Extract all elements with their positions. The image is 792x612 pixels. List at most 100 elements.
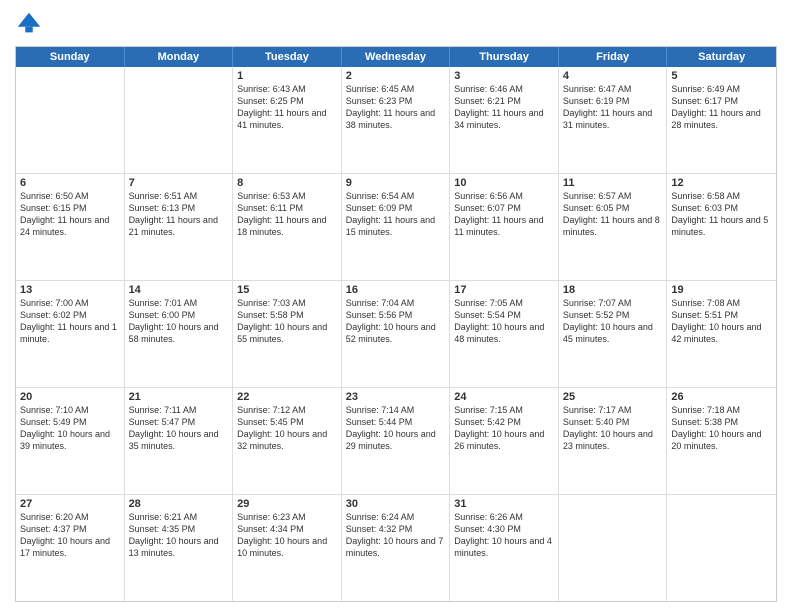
day-info: Sunrise: 7:14 AM Sunset: 5:44 PM Dayligh… [346, 404, 446, 453]
day-number: 29 [237, 498, 337, 510]
day-number: 11 [563, 177, 663, 189]
day-number: 17 [454, 284, 554, 296]
day-info: Sunrise: 7:03 AM Sunset: 5:58 PM Dayligh… [237, 297, 337, 346]
day-number: 12 [671, 177, 772, 189]
day-cell: 12Sunrise: 6:58 AM Sunset: 6:03 PM Dayli… [667, 174, 776, 280]
week-row-3: 13Sunrise: 7:00 AM Sunset: 6:02 PM Dayli… [16, 281, 776, 388]
day-number: 19 [671, 284, 772, 296]
day-info: Sunrise: 6:23 AM Sunset: 4:34 PM Dayligh… [237, 511, 337, 560]
day-number: 27 [20, 498, 120, 510]
day-info: Sunrise: 6:20 AM Sunset: 4:37 PM Dayligh… [20, 511, 120, 560]
week-row-2: 6Sunrise: 6:50 AM Sunset: 6:15 PM Daylig… [16, 174, 776, 281]
week-row-5: 27Sunrise: 6:20 AM Sunset: 4:37 PM Dayli… [16, 495, 776, 601]
day-number: 30 [346, 498, 446, 510]
day-cell: 3Sunrise: 6:46 AM Sunset: 6:21 PM Daylig… [450, 67, 559, 173]
day-number: 1 [237, 70, 337, 82]
day-number: 9 [346, 177, 446, 189]
day-cell: 27Sunrise: 6:20 AM Sunset: 4:37 PM Dayli… [16, 495, 125, 601]
week-row-4: 20Sunrise: 7:10 AM Sunset: 5:49 PM Dayli… [16, 388, 776, 495]
day-info: Sunrise: 7:11 AM Sunset: 5:47 PM Dayligh… [129, 404, 229, 453]
day-number: 18 [563, 284, 663, 296]
day-number: 13 [20, 284, 120, 296]
day-number: 26 [671, 391, 772, 403]
day-number: 24 [454, 391, 554, 403]
day-cell: 18Sunrise: 7:07 AM Sunset: 5:52 PM Dayli… [559, 281, 668, 387]
logo [15, 10, 47, 38]
day-info: Sunrise: 7:18 AM Sunset: 5:38 PM Dayligh… [671, 404, 772, 453]
day-number: 22 [237, 391, 337, 403]
day-cell: 29Sunrise: 6:23 AM Sunset: 4:34 PM Dayli… [233, 495, 342, 601]
day-cell: 4Sunrise: 6:47 AM Sunset: 6:19 PM Daylig… [559, 67, 668, 173]
day-number: 25 [563, 391, 663, 403]
day-cell: 24Sunrise: 7:15 AM Sunset: 5:42 PM Dayli… [450, 388, 559, 494]
day-number: 28 [129, 498, 229, 510]
day-cell: 5Sunrise: 6:49 AM Sunset: 6:17 PM Daylig… [667, 67, 776, 173]
day-cell: 21Sunrise: 7:11 AM Sunset: 5:47 PM Dayli… [125, 388, 234, 494]
day-header-sunday: Sunday [16, 47, 125, 67]
day-cell: 31Sunrise: 6:26 AM Sunset: 4:30 PM Dayli… [450, 495, 559, 601]
day-info: Sunrise: 6:58 AM Sunset: 6:03 PM Dayligh… [671, 190, 772, 239]
day-info: Sunrise: 7:08 AM Sunset: 5:51 PM Dayligh… [671, 297, 772, 346]
day-cell [16, 67, 125, 173]
day-info: Sunrise: 6:21 AM Sunset: 4:35 PM Dayligh… [129, 511, 229, 560]
day-info: Sunrise: 7:10 AM Sunset: 5:49 PM Dayligh… [20, 404, 120, 453]
day-info: Sunrise: 6:56 AM Sunset: 6:07 PM Dayligh… [454, 190, 554, 239]
day-cell: 1Sunrise: 6:43 AM Sunset: 6:25 PM Daylig… [233, 67, 342, 173]
day-cell: 19Sunrise: 7:08 AM Sunset: 5:51 PM Dayli… [667, 281, 776, 387]
day-number: 5 [671, 70, 772, 82]
day-cell: 30Sunrise: 6:24 AM Sunset: 4:32 PM Dayli… [342, 495, 451, 601]
day-number: 14 [129, 284, 229, 296]
day-info: Sunrise: 6:57 AM Sunset: 6:05 PM Dayligh… [563, 190, 663, 239]
day-number: 31 [454, 498, 554, 510]
day-header-wednesday: Wednesday [342, 47, 451, 67]
day-header-monday: Monday [125, 47, 234, 67]
day-info: Sunrise: 7:17 AM Sunset: 5:40 PM Dayligh… [563, 404, 663, 453]
day-cell [125, 67, 234, 173]
day-cell: 23Sunrise: 7:14 AM Sunset: 5:44 PM Dayli… [342, 388, 451, 494]
day-info: Sunrise: 6:43 AM Sunset: 6:25 PM Dayligh… [237, 83, 337, 132]
day-info: Sunrise: 6:49 AM Sunset: 6:17 PM Dayligh… [671, 83, 772, 132]
day-number: 7 [129, 177, 229, 189]
logo-icon [15, 10, 43, 38]
day-cell: 9Sunrise: 6:54 AM Sunset: 6:09 PM Daylig… [342, 174, 451, 280]
day-headers: SundayMondayTuesdayWednesdayThursdayFrid… [16, 47, 776, 67]
day-info: Sunrise: 6:45 AM Sunset: 6:23 PM Dayligh… [346, 83, 446, 132]
header [15, 10, 777, 38]
day-cell [559, 495, 668, 601]
day-cell: 14Sunrise: 7:01 AM Sunset: 6:00 PM Dayli… [125, 281, 234, 387]
day-number: 3 [454, 70, 554, 82]
day-number: 20 [20, 391, 120, 403]
day-cell: 10Sunrise: 6:56 AM Sunset: 6:07 PM Dayli… [450, 174, 559, 280]
day-number: 15 [237, 284, 337, 296]
day-cell: 16Sunrise: 7:04 AM Sunset: 5:56 PM Dayli… [342, 281, 451, 387]
day-cell: 22Sunrise: 7:12 AM Sunset: 5:45 PM Dayli… [233, 388, 342, 494]
day-info: Sunrise: 6:53 AM Sunset: 6:11 PM Dayligh… [237, 190, 337, 239]
day-number: 8 [237, 177, 337, 189]
calendar: SundayMondayTuesdayWednesdayThursdayFrid… [15, 46, 777, 602]
week-row-1: 1Sunrise: 6:43 AM Sunset: 6:25 PM Daylig… [16, 67, 776, 174]
day-info: Sunrise: 6:47 AM Sunset: 6:19 PM Dayligh… [563, 83, 663, 132]
day-info: Sunrise: 6:51 AM Sunset: 6:13 PM Dayligh… [129, 190, 229, 239]
day-cell [667, 495, 776, 601]
day-header-thursday: Thursday [450, 47, 559, 67]
day-info: Sunrise: 6:54 AM Sunset: 6:09 PM Dayligh… [346, 190, 446, 239]
day-cell: 15Sunrise: 7:03 AM Sunset: 5:58 PM Dayli… [233, 281, 342, 387]
day-info: Sunrise: 7:07 AM Sunset: 5:52 PM Dayligh… [563, 297, 663, 346]
page: SundayMondayTuesdayWednesdayThursdayFrid… [0, 0, 792, 612]
day-cell: 7Sunrise: 6:51 AM Sunset: 6:13 PM Daylig… [125, 174, 234, 280]
day-info: Sunrise: 7:04 AM Sunset: 5:56 PM Dayligh… [346, 297, 446, 346]
day-info: Sunrise: 7:00 AM Sunset: 6:02 PM Dayligh… [20, 297, 120, 346]
day-info: Sunrise: 6:26 AM Sunset: 4:30 PM Dayligh… [454, 511, 554, 560]
day-cell: 8Sunrise: 6:53 AM Sunset: 6:11 PM Daylig… [233, 174, 342, 280]
day-cell: 6Sunrise: 6:50 AM Sunset: 6:15 PM Daylig… [16, 174, 125, 280]
day-info: Sunrise: 6:50 AM Sunset: 6:15 PM Dayligh… [20, 190, 120, 239]
day-info: Sunrise: 7:12 AM Sunset: 5:45 PM Dayligh… [237, 404, 337, 453]
day-number: 21 [129, 391, 229, 403]
day-number: 4 [563, 70, 663, 82]
day-header-friday: Friday [559, 47, 668, 67]
day-header-tuesday: Tuesday [233, 47, 342, 67]
day-cell: 28Sunrise: 6:21 AM Sunset: 4:35 PM Dayli… [125, 495, 234, 601]
day-number: 2 [346, 70, 446, 82]
day-cell: 20Sunrise: 7:10 AM Sunset: 5:49 PM Dayli… [16, 388, 125, 494]
day-number: 23 [346, 391, 446, 403]
